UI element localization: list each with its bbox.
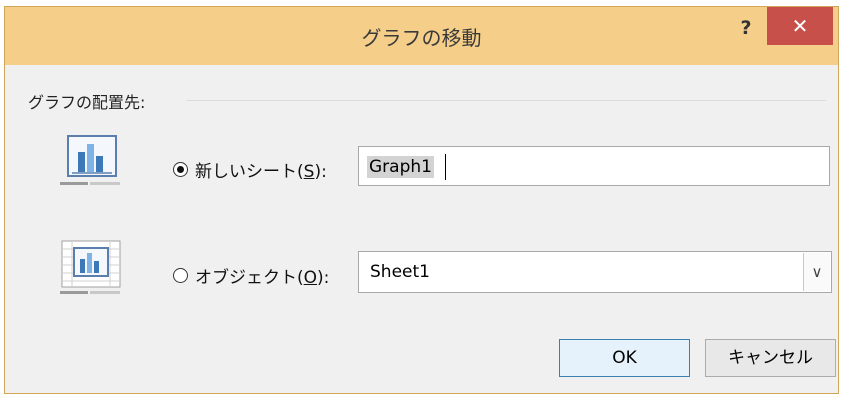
dialog-title: グラフの移動: [361, 26, 482, 50]
chevron-down-icon[interactable]: ∨: [803, 253, 830, 291]
move-chart-dialog: グラフの移動 ? ✕ グラフの配置先: 新しいシート(S): Graph1 オブ…: [4, 6, 839, 394]
new-sheet-option[interactable]: 新しいシート(S):: [173, 157, 327, 182]
new-sheet-name-value: Graph1: [367, 156, 434, 178]
cancel-button[interactable]: キャンセル: [705, 339, 836, 377]
group-label: グラフの配置先:: [28, 93, 146, 112]
new-sheet-chart-icon: [60, 135, 120, 185]
embedded-chart-icon: [60, 240, 121, 294]
object-sheet-select[interactable]: Sheet1 ∨: [358, 251, 832, 293]
object-label: オブジェクト(O):: [195, 268, 330, 288]
new-sheet-label: 新しいシート(S):: [195, 162, 327, 182]
new-sheet-name-input[interactable]: Graph1: [358, 146, 830, 186]
object-sheet-value: Sheet1: [370, 262, 430, 282]
object-option[interactable]: オブジェクト(O):: [173, 263, 329, 288]
text-caret: [445, 154, 446, 180]
help-button[interactable]: ?: [735, 15, 757, 41]
new-sheet-radio[interactable]: [173, 162, 188, 177]
ok-button[interactable]: OK: [559, 339, 690, 377]
group-divider: [186, 100, 826, 101]
close-icon: ✕: [791, 14, 809, 38]
object-radio[interactable]: [173, 268, 188, 283]
close-button[interactable]: ✕: [767, 7, 833, 45]
title-bar[interactable]: グラフの移動 ? ✕: [5, 7, 838, 65]
